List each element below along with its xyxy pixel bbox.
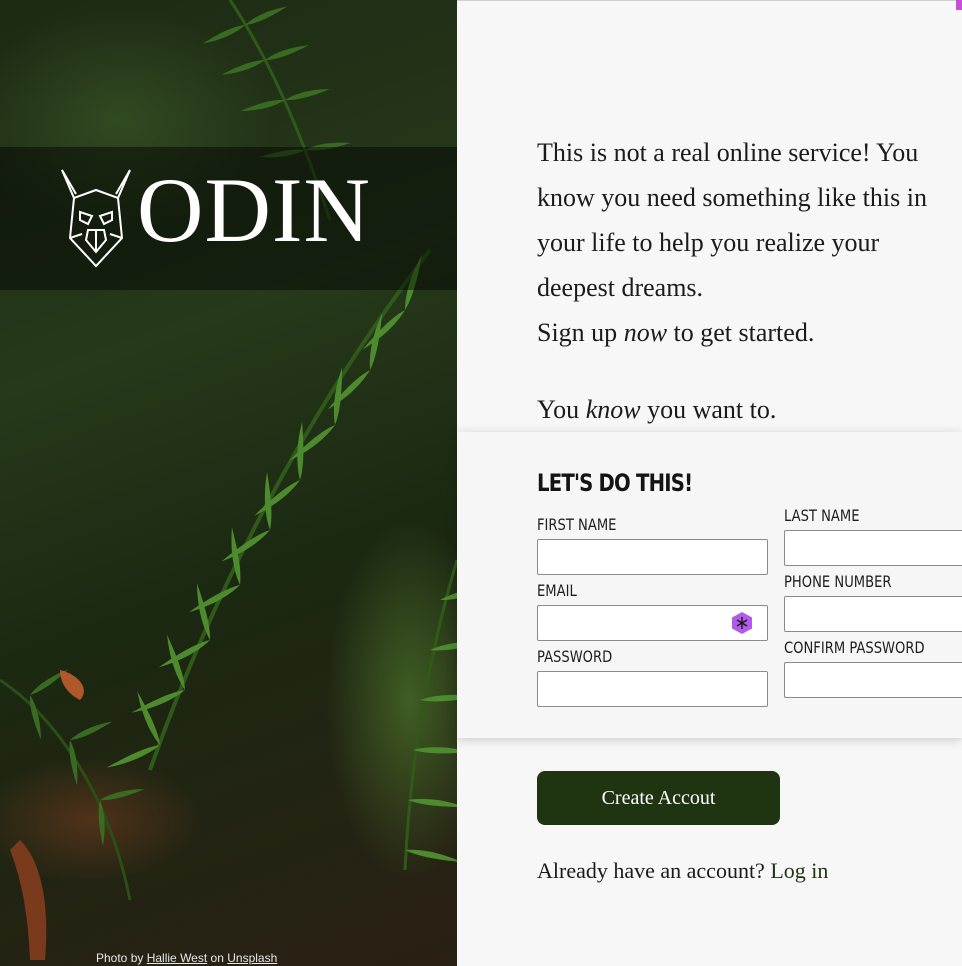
- login-link[interactable]: Log in: [770, 858, 828, 883]
- signup-emphasis: now: [623, 318, 668, 347]
- photo-credit: Photo by Hallie West on Unsplash: [96, 951, 277, 965]
- password-label: PASSWORD: [537, 647, 613, 666]
- hero-photo-panel: ODIN Photo by Hallie West on Unsplash: [0, 0, 457, 966]
- intro-line: deepest dreams.: [537, 273, 704, 302]
- top-border: [457, 0, 962, 1]
- create-account-button[interactable]: Create Accout: [537, 771, 780, 825]
- signup-line: Sign up now to get started.: [537, 318, 815, 347]
- photo-credit-middle: on: [210, 951, 224, 965]
- form-title: LET'S DO THIS!: [537, 469, 693, 497]
- intro-text: This is not a real online service! You k…: [537, 130, 962, 432]
- phone-label: PHONE NUMBER: [784, 572, 892, 591]
- viking-helmet-icon: [61, 169, 131, 268]
- last-name-input[interactable]: [784, 530, 962, 566]
- login-prompt-text: Already have an account?: [537, 858, 765, 883]
- photo-credit-author-link[interactable]: Hallie West: [147, 951, 207, 965]
- photo-credit-prefix: Photo by: [96, 951, 144, 965]
- phone-input[interactable]: [784, 596, 962, 632]
- brand-name: ODIN: [137, 159, 371, 261]
- password-manager-icon[interactable]: [730, 611, 754, 635]
- email-label: EMAIL: [537, 581, 577, 600]
- want-line: You know you want to.: [537, 395, 777, 424]
- intro-line: your life to help you realize your: [537, 228, 880, 257]
- last-name-label: LAST NAME: [784, 506, 860, 525]
- accent-marker: [956, 0, 962, 10]
- want-emphasis: know: [585, 395, 641, 424]
- first-name-label: FIRST NAME: [537, 515, 617, 534]
- fern-background-image: [0, 0, 457, 960]
- confirm-password-label: CONFIRM PASSWORD: [784, 638, 925, 657]
- login-prompt: Already have an account? Log in: [537, 858, 828, 884]
- first-name-input[interactable]: [537, 539, 768, 575]
- confirm-password-input[interactable]: [784, 662, 962, 698]
- password-input[interactable]: [537, 671, 768, 707]
- intro-line: This is not a real online service! You: [537, 138, 919, 167]
- intro-line: know you need something like this in: [537, 183, 927, 212]
- photo-credit-source-link[interactable]: Unsplash: [227, 951, 277, 965]
